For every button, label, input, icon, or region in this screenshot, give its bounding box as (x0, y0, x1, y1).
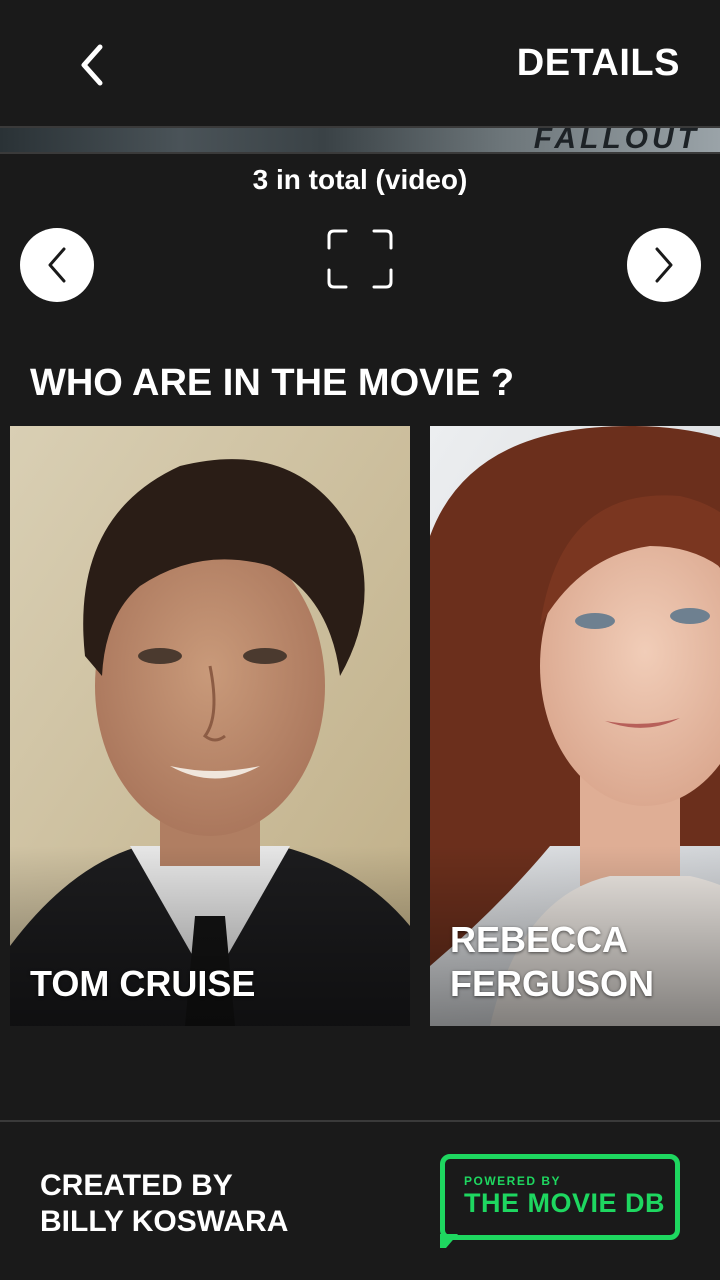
fullscreen-button[interactable] (326, 228, 394, 290)
credit-line-1: CREATED BY (40, 1169, 233, 1202)
trailer-video-preview[interactable]: FALLOUT (0, 126, 720, 154)
cast-section-title: WHO ARE IN THE MOVIE ? (30, 362, 515, 404)
credit-line-2: BILLY KOSWARA (40, 1205, 289, 1238)
chevron-left-icon (48, 247, 66, 283)
next-video-button[interactable] (627, 228, 701, 302)
credit-text: CREATED BY BILLY KOSWARA (40, 1168, 288, 1240)
video-count-label: 3 in total (video) (252, 164, 468, 195)
tmdb-logo-tail (440, 1234, 458, 1248)
chevron-right-icon (655, 247, 673, 283)
previous-video-button[interactable] (20, 228, 94, 302)
app-footer: CREATED BY BILLY KOSWARA POWERED BY THE … (0, 1120, 720, 1280)
tmdb-logo[interactable]: POWERED BY THE MOVIE DB (440, 1154, 682, 1252)
cast-name: TOM CRUISE (30, 963, 256, 1004)
tmdb-name: THE MOVIE DB (464, 1188, 666, 1218)
app-header: DETAILS (0, 0, 720, 126)
cast-list[interactable]: TOM CRUISE REBECCA FERGUSON (10, 426, 720, 1026)
fullscreen-icon (327, 229, 393, 289)
cast-card[interactable]: TOM CRUISE (10, 426, 410, 1026)
back-button[interactable] (60, 30, 124, 100)
page-title: DETAILS (516, 42, 680, 84)
chevron-left-icon (81, 44, 103, 86)
cast-name: REBECCA FERGUSON (450, 919, 655, 1004)
cast-card[interactable]: REBECCA FERGUSON (430, 426, 720, 1026)
tmdb-powered-by: POWERED BY (464, 1174, 562, 1188)
trailer-title-text: FALLOUT (533, 126, 700, 154)
